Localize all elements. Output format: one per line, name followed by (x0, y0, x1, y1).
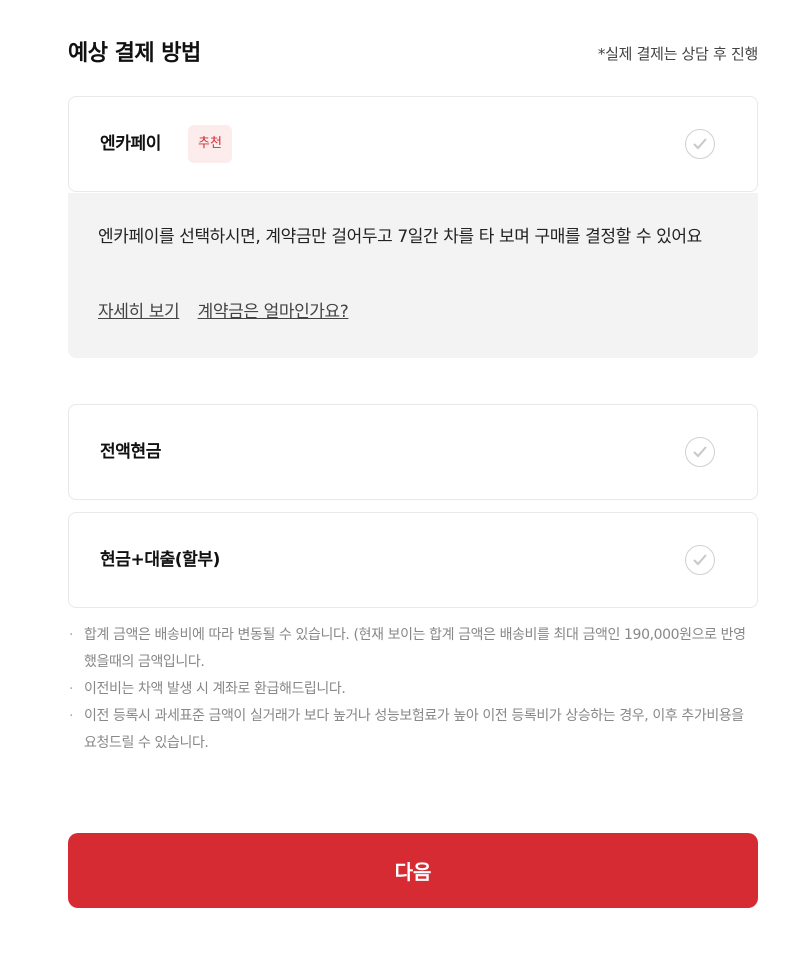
check-circle-icon[interactable] (685, 129, 715, 159)
page-title: 예상 결제 방법 (68, 41, 201, 66)
check-circle-icon[interactable] (685, 437, 715, 467)
option-label: 엔카페이 (100, 134, 161, 154)
payment-option-full-cash[interactable]: 전액현금 (68, 404, 758, 500)
encarpay-info-panel: 엔카페이를 선택하시면, 계약금만 걸어두고 7일간 차를 타 보며 구매를 결… (68, 193, 758, 358)
payment-note: *실제 결제는 상담 후 진행 (597, 45, 758, 63)
recommend-badge: 추천 (188, 125, 232, 163)
details-link[interactable]: 자세히 보기 (98, 302, 180, 322)
notice-list: 합계 금액은 배송비에 따라 변동될 수 있습니다. (현재 보이는 합계 금액… (68, 622, 758, 757)
payment-option-encarpay[interactable]: 엔카페이 추천 (68, 96, 758, 192)
payment-option-cash-loan[interactable]: 현금+대출(할부) (68, 512, 758, 608)
check-circle-icon[interactable] (685, 545, 715, 575)
notice-item: 이전 등록시 과세표준 금액이 실거래가 보다 높거나 성능보험료가 높아 이전… (68, 703, 758, 757)
option-label: 전액현금 (100, 442, 161, 462)
option-label: 현금+대출(할부) (100, 550, 221, 570)
section-header: 예상 결제 방법 *실제 결제는 상담 후 진행 (68, 36, 758, 72)
next-button[interactable]: 다음 (68, 833, 758, 908)
encarpay-description: 엔카페이를 선택하시면, 계약금만 걸어두고 7일간 차를 타 보며 구매를 결… (98, 227, 702, 247)
deposit-amount-link[interactable]: 계약금은 얼마인가요? (198, 302, 349, 322)
notice-item: 이전비는 차액 발생 시 계좌로 환급해드립니다. (68, 676, 758, 703)
notice-item: 합계 금액은 배송비에 따라 변동될 수 있습니다. (현재 보이는 합계 금액… (68, 622, 758, 676)
info-links: 자세히 보기 계약금은 얼마인가요? (98, 297, 361, 322)
